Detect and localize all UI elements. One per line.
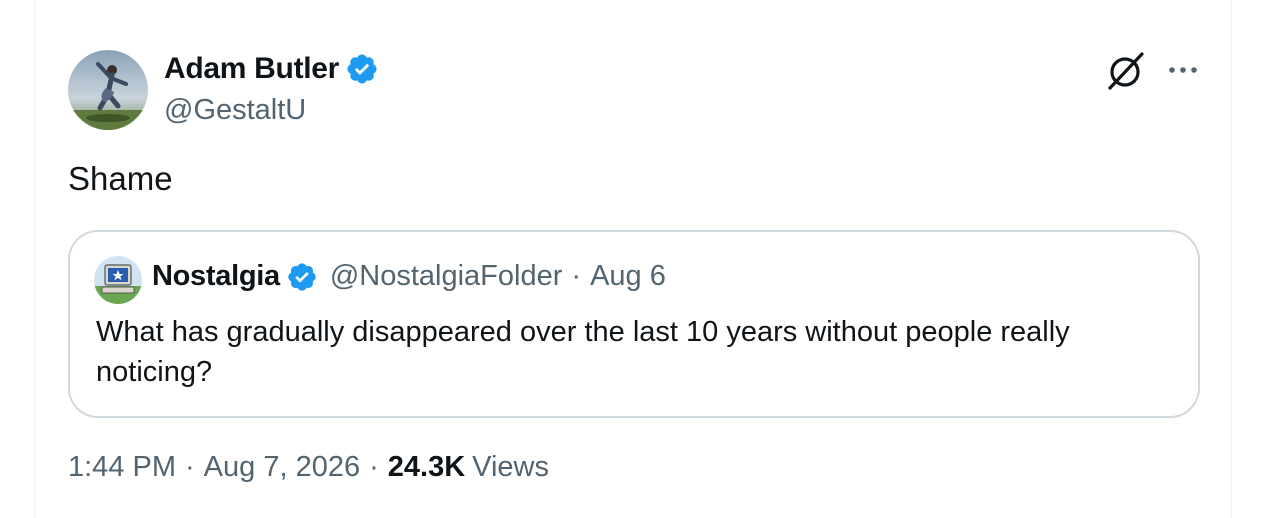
verified-badge-icon xyxy=(286,261,318,293)
quoted-author-name[interactable]: Nostalgia xyxy=(152,260,280,293)
tweet-text: Shame xyxy=(68,160,173,197)
quoted-author-avatar[interactable] xyxy=(94,256,142,304)
quoted-separator: · xyxy=(571,260,582,292)
quoted-date[interactable]: Aug 6 xyxy=(590,260,666,293)
meta-separator: · xyxy=(185,451,195,483)
author-name[interactable]: Adam Butler xyxy=(164,52,339,86)
tweet-meta: 1:44 PM · Aug 7, 2026 · 24.3K Views xyxy=(68,451,549,484)
author-avatar[interactable] xyxy=(68,50,148,130)
tweet-time[interactable]: 1:44 PM xyxy=(68,451,176,484)
quoted-tweet[interactable]: Nostalgia @NostalgiaFolder · Aug 6 What … xyxy=(68,230,1200,418)
author-name-row[interactable]: Adam Butler xyxy=(164,52,379,86)
views-label[interactable]: Views xyxy=(472,451,549,484)
quoted-tweet-text: What has gradually disappeared over the … xyxy=(96,316,1070,388)
tweet-date[interactable]: Aug 7, 2026 xyxy=(204,451,360,484)
verified-badge-icon xyxy=(345,52,379,86)
views-count[interactable]: 24.3K xyxy=(388,451,465,484)
author-handle[interactable]: @GestaltU xyxy=(164,94,306,127)
quoted-header: Nostalgia @NostalgiaFolder · Aug 6 xyxy=(152,260,666,293)
more-options-icon[interactable] xyxy=(1166,58,1200,82)
grok-icon[interactable] xyxy=(1104,50,1148,92)
quoted-author-handle[interactable]: @NostalgiaFolder xyxy=(330,260,563,293)
meta-separator: · xyxy=(369,451,379,483)
